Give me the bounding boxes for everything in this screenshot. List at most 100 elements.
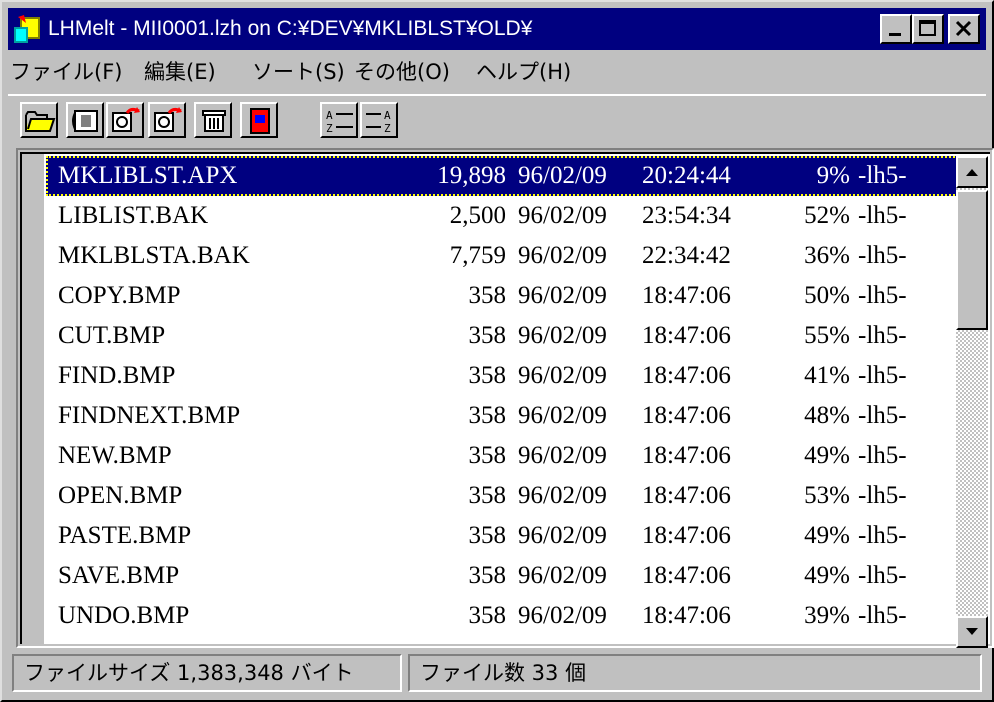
file-date: 96/02/09	[518, 522, 607, 549]
file-date: 96/02/09	[518, 442, 607, 469]
menu-sort[interactable]: ソート(S)	[252, 58, 345, 86]
minimize-icon	[889, 33, 901, 36]
sort-descending-button[interactable]: A Z	[360, 102, 398, 138]
file-date: 96/02/09	[518, 362, 607, 389]
file-method: -lh5-	[858, 402, 907, 429]
file-row[interactable]: FIND.BMP 358 96/02/09 18:47:06 41% -lh5-	[46, 356, 966, 396]
file-size: 358	[468, 522, 507, 549]
file-method: -lh5-	[858, 522, 907, 549]
file-name: CUT.BMP	[58, 322, 166, 349]
file-method: -lh5-	[858, 442, 907, 469]
extract-book-icon	[72, 110, 98, 132]
window-title: LHMelt - MII0001.lzh on C:¥DEV¥MKLIBLST¥…	[48, 17, 533, 40]
vertical-scrollbar[interactable]	[956, 156, 988, 648]
file-ratio: 9%	[816, 162, 850, 189]
file-row[interactable]: OPEN.BMP 358 96/02/09 18:47:06 53% -lh5-	[46, 476, 966, 516]
file-size: 358	[468, 402, 507, 429]
file-row[interactable]: LIBLIST.BAK 2,500 96/02/09 23:54:34 52% -lh5-	[46, 196, 966, 236]
file-time: 18:47:06	[642, 562, 731, 589]
file-time: 18:47:06	[642, 362, 731, 389]
file-time: 18:47:06	[642, 402, 731, 429]
open-folder-icon	[25, 111, 56, 132]
list-gutter	[22, 154, 44, 644]
menu-edit[interactable]: 編集(E)	[144, 58, 216, 86]
file-time: 23:54:34	[642, 202, 731, 229]
file-ratio: 55%	[804, 322, 850, 349]
file-time: 22:34:42	[642, 242, 731, 269]
file-row[interactable]: SAVE.BMP 358 96/02/09 18:47:06 49% -lh5-	[46, 556, 966, 596]
status-file-count: ファイル数 33 個	[408, 654, 982, 692]
scroll-up-arrow-icon	[966, 169, 978, 176]
svg-text:Z: Z	[326, 122, 333, 135]
file-ratio: 41%	[804, 362, 850, 389]
file-size: 358	[468, 322, 507, 349]
move-button[interactable]	[106, 102, 144, 138]
copy-button[interactable]	[148, 102, 186, 138]
title-bar[interactable]: LHMelt - MII0001.lzh on C:¥DEV¥MKLIBLST¥…	[8, 8, 986, 50]
file-ratio: 49%	[804, 522, 850, 549]
file-row[interactable]: NEW.BMP 358 96/02/09 18:47:06 49% -lh5-	[46, 436, 966, 476]
file-method: -lh5-	[858, 482, 907, 509]
file-method: -lh5-	[858, 602, 907, 629]
sort-descending-icon: A Z	[366, 109, 391, 135]
file-row[interactable]: CUT.BMP 358 96/02/09 18:47:06 55% -lh5-	[46, 316, 966, 356]
svg-text:Z: Z	[384, 122, 391, 135]
lhmelt-app-icon[interactable]	[12, 13, 44, 45]
menu-file[interactable]: ファイル(F)	[10, 58, 122, 86]
delete-button[interactable]	[194, 102, 232, 138]
file-size: 358	[468, 362, 507, 389]
file-name: COPY.BMP	[58, 282, 181, 309]
file-time: 18:47:06	[642, 602, 731, 629]
file-ratio: 53%	[804, 482, 850, 509]
file-method: -lh5-	[858, 362, 907, 389]
file-row[interactable]: FINDNEXT.BMP 358 96/02/09 18:47:06 48% -lh5-	[46, 396, 966, 436]
file-time: 18:47:06	[642, 442, 731, 469]
file-name: UNDO.BMP	[58, 602, 190, 629]
delete-trash-icon	[202, 110, 226, 132]
status-bar: ファイルサイズ 1,383,348 バイト ファイル数 33 個	[8, 652, 986, 696]
menu-help[interactable]: ヘルプ(H)	[476, 58, 571, 86]
file-row[interactable]: UNDO.BMP 358 96/02/09 18:47:06 39% -lh5-	[46, 596, 966, 636]
exit-button[interactable]	[240, 102, 278, 138]
scroll-thumb[interactable]	[956, 190, 988, 330]
file-date: 96/02/09	[518, 482, 607, 509]
file-row[interactable]: COPY.BMP 358 96/02/09 18:47:06 50% -lh5-	[46, 276, 966, 316]
file-row[interactable]: PASTE.BMP 358 96/02/09 18:47:06 49% -lh5-	[46, 516, 966, 556]
file-date: 96/02/09	[518, 162, 607, 189]
svg-text:A: A	[384, 109, 391, 122]
maximize-button[interactable]	[912, 14, 944, 44]
file-size: 2,500	[449, 202, 506, 229]
file-rows: MKLIBLST.APX 19,898 96/02/09 20:24:44 9% -lh5…	[46, 156, 966, 636]
file-date: 96/02/09	[518, 282, 607, 309]
scroll-down-button[interactable]	[956, 616, 988, 648]
file-name: PASTE.BMP	[58, 522, 192, 549]
minimize-button[interactable]	[880, 14, 912, 44]
file-date: 96/02/09	[518, 202, 607, 229]
open-button[interactable]	[20, 102, 58, 138]
file-date: 96/02/09	[518, 402, 607, 429]
file-time: 18:47:06	[642, 522, 731, 549]
file-row[interactable]: MKLIBLST.APX 19,898 96/02/09 20:24:44 9% -lh5…	[46, 156, 966, 196]
move-files-icon	[112, 107, 140, 132]
file-method: -lh5-	[858, 162, 907, 189]
file-list-frame: MKLIBLST.APX 19,898 96/02/09 20:24:44 9% -lh5…	[16, 148, 994, 648]
extract-button[interactable]	[66, 102, 104, 138]
file-time: 20:24:44	[642, 162, 731, 189]
file-name: MKLBLSTA.BAK	[58, 242, 250, 269]
menu-other[interactable]: その他(O)	[354, 58, 450, 86]
file-row[interactable]: MKLBLSTA.BAK 7,759 96/02/09 22:34:42 36% -lh5…	[46, 236, 966, 276]
file-size: 358	[468, 562, 507, 589]
sort-ascending-icon: A Z	[326, 109, 353, 135]
file-ratio: 49%	[804, 442, 850, 469]
sort-ascending-button[interactable]: A Z	[320, 102, 358, 138]
file-list[interactable]: MKLIBLST.APX 19,898 96/02/09 20:24:44 9% -lh5…	[20, 152, 990, 648]
scroll-up-button[interactable]	[956, 156, 988, 188]
scroll-down-arrow-icon	[966, 628, 978, 635]
file-ratio: 48%	[804, 402, 850, 429]
file-size: 358	[468, 482, 507, 509]
file-ratio: 52%	[804, 202, 850, 229]
file-ratio: 50%	[804, 282, 850, 309]
file-name: MKLIBLST.APX	[58, 162, 238, 189]
close-button[interactable]	[948, 14, 980, 44]
file-ratio: 49%	[804, 562, 850, 589]
